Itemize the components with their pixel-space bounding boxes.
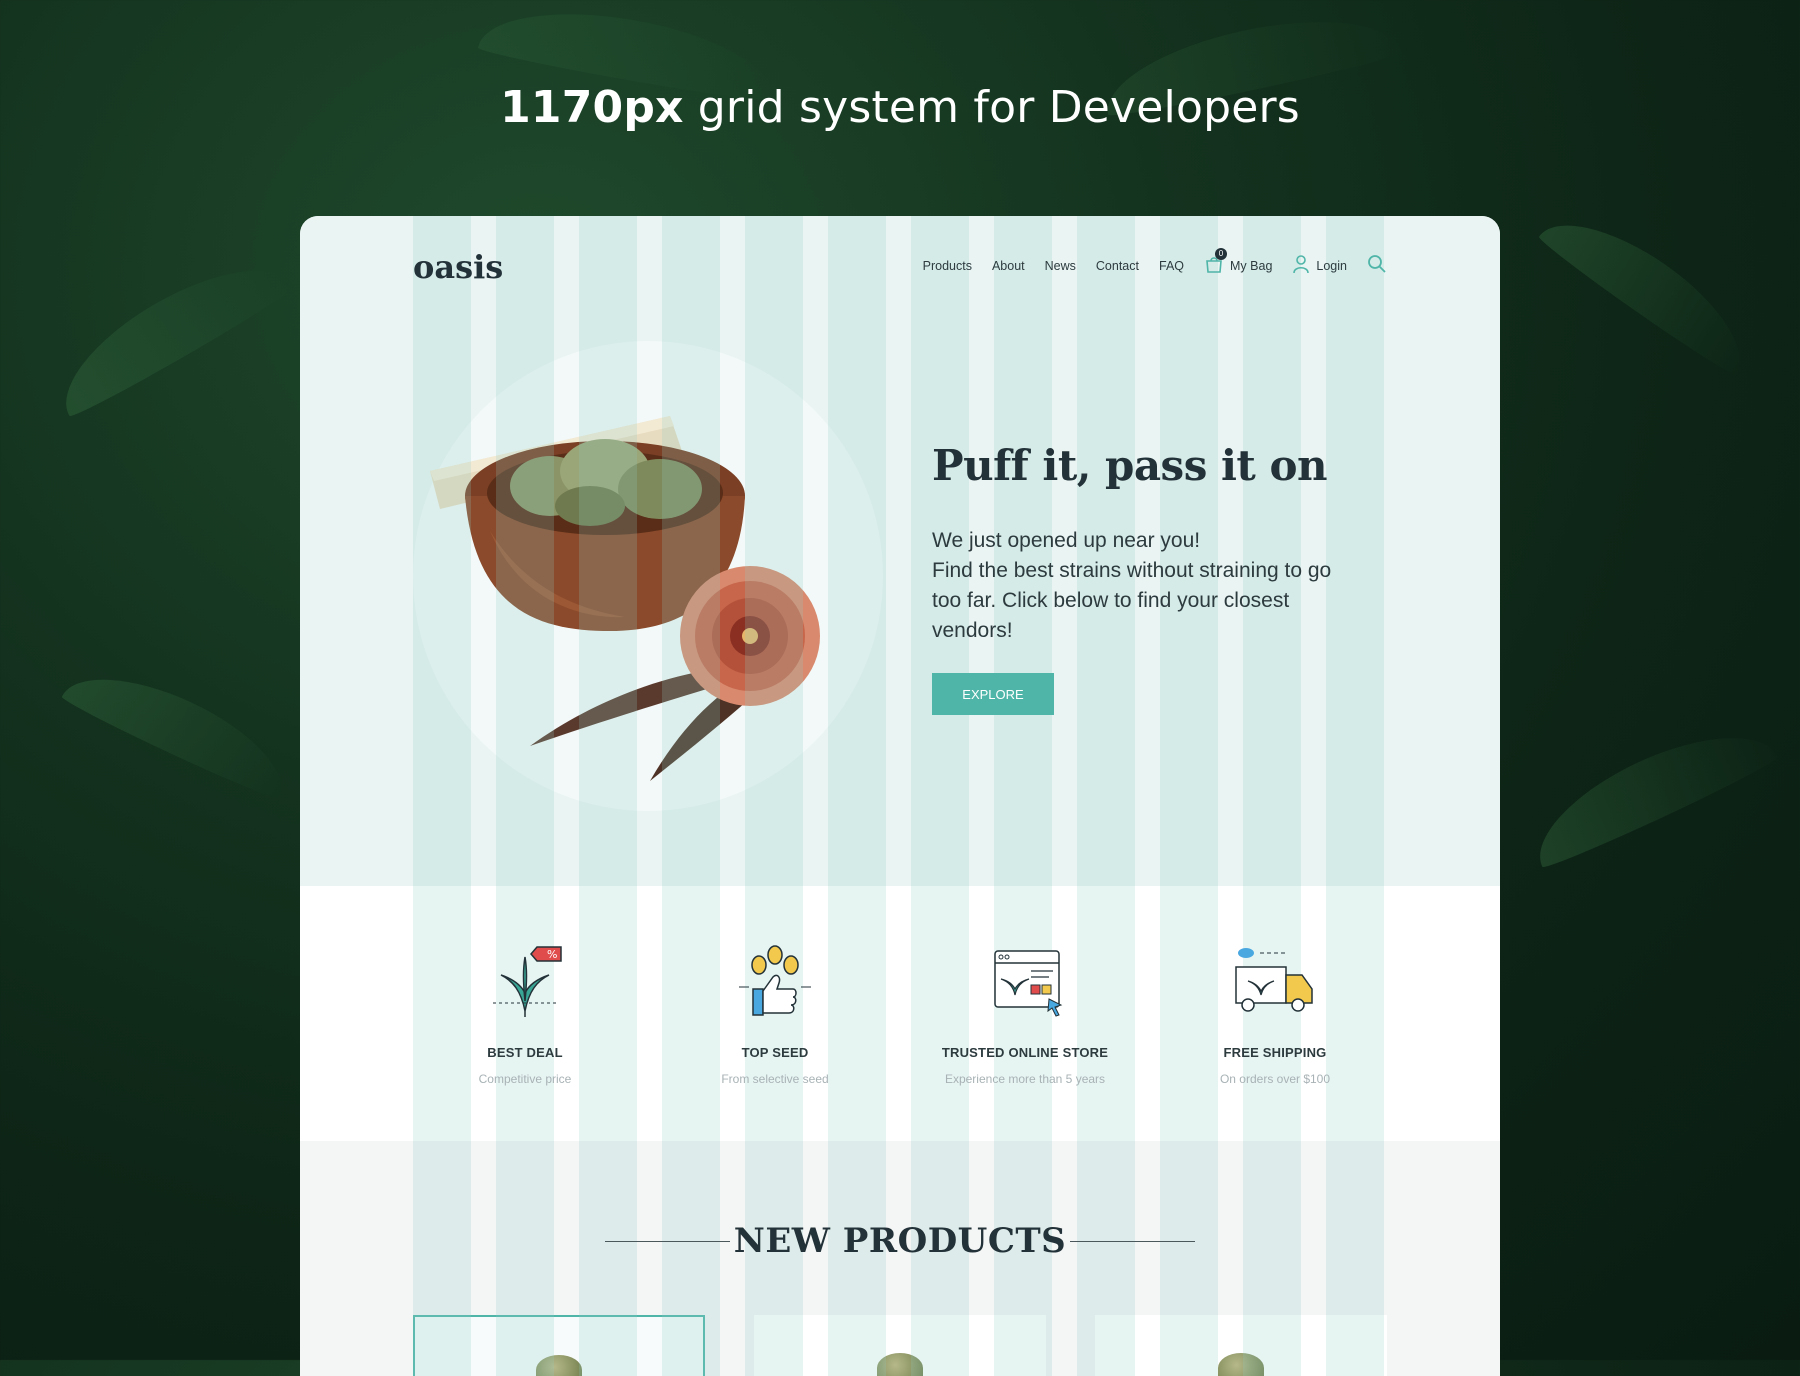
nav-item-products[interactable]: Products <box>923 259 972 273</box>
divider <box>1069 1240 1195 1242</box>
my-bag-button[interactable]: 0 My Bag <box>1204 248 1273 277</box>
product-image <box>1218 1353 1264 1376</box>
shopping-bag-icon: 0 <box>1204 248 1228 277</box>
product-image <box>877 1353 923 1376</box>
hero-title: Puff it, pass it on <box>932 441 1328 490</box>
feature-best-deal: % BEST DEAL Competitive price <box>410 941 640 1086</box>
product-image <box>536 1355 582 1376</box>
login-button[interactable]: Login <box>1292 254 1347 277</box>
feature-top-seed: TOP SEED From selective seed <box>660 941 890 1086</box>
hero-text-line: too far. Click below to find your closes… <box>932 589 1290 612</box>
my-bag-label: My Bag <box>1230 258 1273 273</box>
product-card[interactable] <box>413 1315 705 1376</box>
feature-trusted-store: TRUSTED ONLINE STORE Experience more tha… <box>910 941 1140 1086</box>
feature-title: BEST DEAL <box>487 1045 563 1060</box>
feature-free-shipping: FREE SHIPPING On orders over $100 <box>1160 941 1390 1086</box>
website-mockup: oasis Products About News Contact FAQ 0 … <box>300 216 1500 1376</box>
product-card[interactable] <box>1095 1315 1387 1376</box>
hero-text-line: Find the best strains without straining … <box>932 559 1332 582</box>
feature-subtitle: Competitive price <box>478 1072 572 1086</box>
feature-title: FREE SHIPPING <box>1223 1045 1327 1060</box>
feature-subtitle: From selective seed <box>721 1072 829 1086</box>
divider <box>605 1240 730 1242</box>
top-nav: oasis Products About News Contact FAQ 0 … <box>413 234 1387 294</box>
section-title: NEW PRODUCTS <box>733 1221 1067 1261</box>
nav-menu: Products About News Contact FAQ 0 My Bag… <box>923 248 1387 277</box>
svg-text:%: % <box>547 948 557 961</box>
logo[interactable]: oasis <box>413 248 503 286</box>
nav-item-contact[interactable]: Contact <box>1096 259 1139 273</box>
page-headline: 1170px grid system for Developers <box>0 82 1800 133</box>
new-products-heading: NEW PRODUCTS <box>605 1216 1195 1266</box>
product-card[interactable] <box>754 1315 1046 1376</box>
feature-subtitle: Experience more than 5 years <box>944 1072 1106 1086</box>
user-icon <box>1292 254 1310 277</box>
browser-store-icon <box>994 950 1063 1017</box>
delivery-truck-icon <box>1235 948 1313 1012</box>
bag-count-badge: 0 <box>1215 248 1228 260</box>
nav-item-news[interactable]: News <box>1045 259 1076 273</box>
nav-item-faq[interactable]: FAQ <box>1159 259 1184 273</box>
feature-subtitle: On orders over $100 <box>1219 1072 1331 1086</box>
feature-title: TRUSTED ONLINE STORE <box>941 1045 1109 1060</box>
login-label: Login <box>1316 258 1347 273</box>
leaf-tag-icon: % <box>493 946 562 1017</box>
bowl-flower-image <box>430 416 820 781</box>
explore-button[interactable]: EXPLORE <box>932 673 1054 715</box>
headline-bold: 1170px <box>500 82 684 133</box>
hero-text-line: We just opened up near you! <box>932 529 1201 552</box>
search-icon[interactable] <box>1367 254 1387 277</box>
feature-title: TOP SEED <box>741 1045 809 1060</box>
thumbs-up-seed-icon <box>739 945 811 1016</box>
headline-rest: grid system for Developers <box>683 82 1300 133</box>
nav-item-about[interactable]: About <box>992 259 1025 273</box>
hero-content: Puff it, pass it on We just opened up ne… <box>932 441 1372 715</box>
hero-text-line: vendors! <box>932 619 1013 642</box>
